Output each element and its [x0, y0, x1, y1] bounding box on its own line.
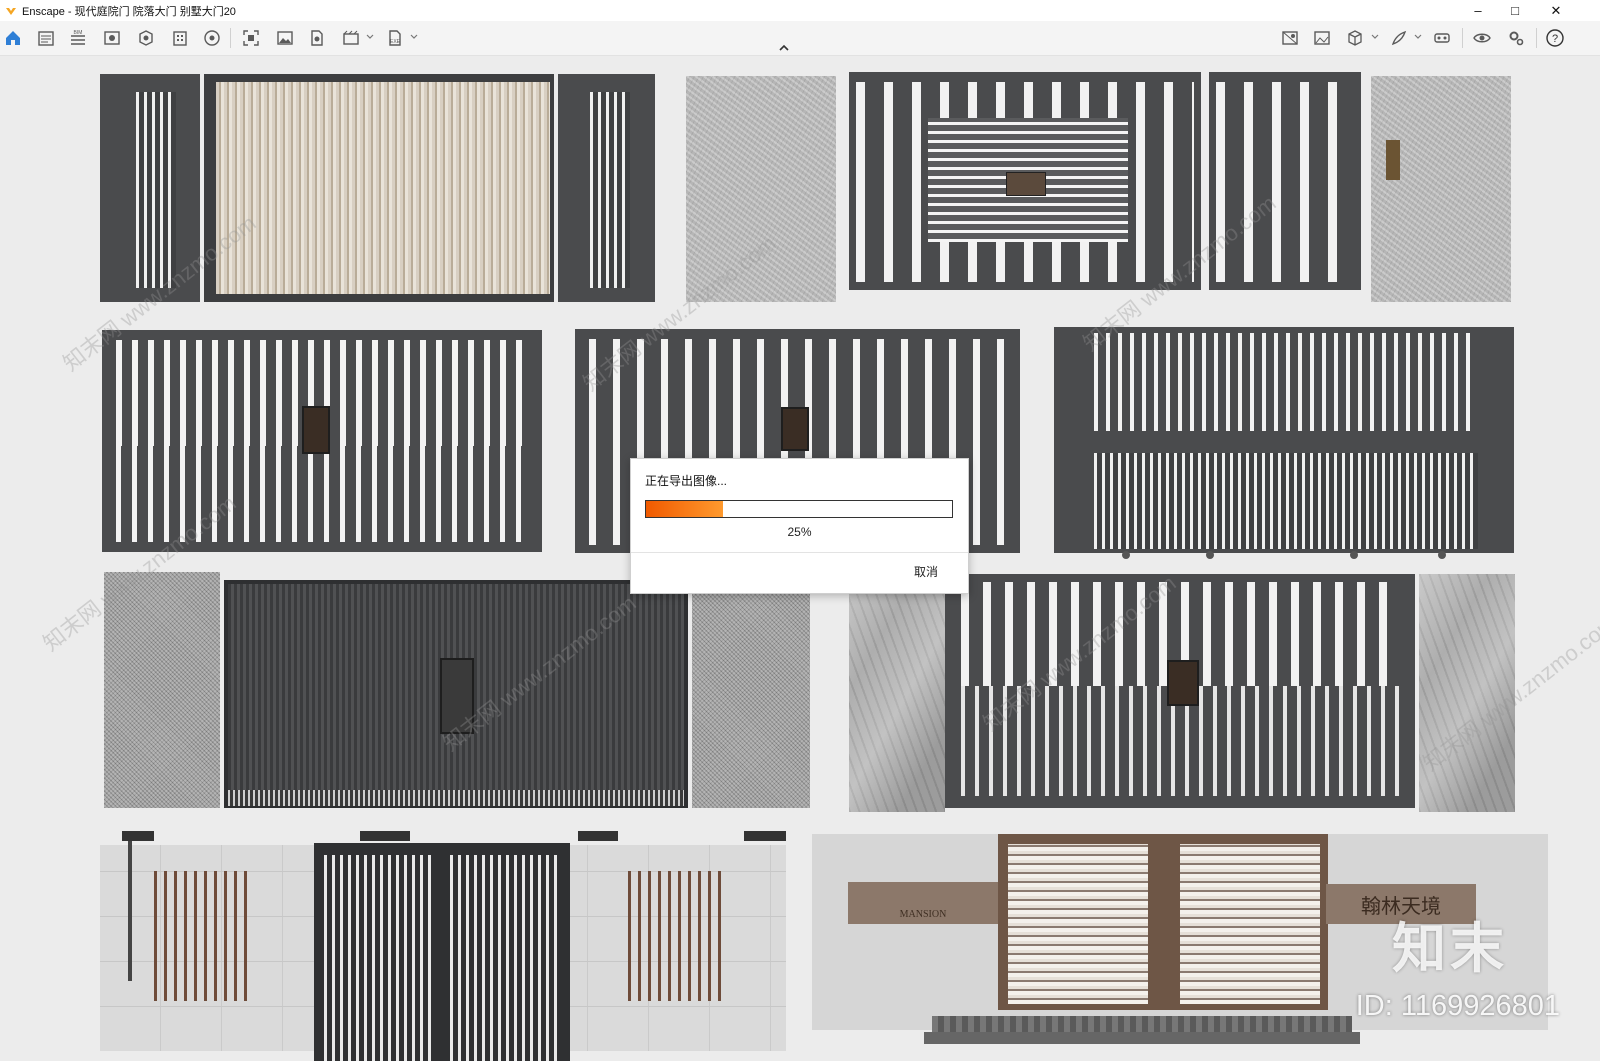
bim-icon[interactable]: BIM: [66, 26, 90, 50]
material-icon[interactable]: [168, 26, 192, 50]
chevron-down-icon[interactable]: [410, 33, 418, 41]
exe-icon[interactable]: EXE: [383, 26, 407, 50]
close-icon[interactable]: ✕: [1538, 0, 1574, 21]
settings-icon[interactable]: [1504, 26, 1528, 50]
dialog-divider: [631, 552, 968, 553]
chevron-down-icon[interactable]: [1414, 33, 1422, 41]
enscape-logo-icon: [6, 7, 16, 15]
collapse-chevron-up-icon[interactable]: [778, 43, 790, 53]
brand-watermark: 知末: [1392, 919, 1508, 979]
window-title: Enscape - 现代庭院门 院落大门 别墅大门20: [22, 5, 236, 18]
cube-icon[interactable]: [1343, 26, 1367, 50]
title-bar: Enscape - 现代庭院门 院落大门 别墅大门20 – □ ✕: [0, 0, 1600, 21]
dialog-title: 正在导出图像...: [645, 474, 728, 488]
gate-render: [104, 572, 810, 808]
eye-icon[interactable]: [1470, 26, 1494, 50]
left-sign-text: MANSION: [899, 909, 947, 920]
image-icon[interactable]: [273, 26, 297, 50]
progress-bar: [645, 500, 953, 518]
gate-render: [102, 330, 542, 552]
asset-icon[interactable]: [134, 26, 158, 50]
export-icon[interactable]: [305, 26, 329, 50]
video-icon[interactable]: [339, 26, 363, 50]
exe-label: EXE: [390, 39, 401, 45]
vr-icon[interactable]: [1430, 26, 1454, 50]
view-icon[interactable]: [100, 26, 124, 50]
atmosphere-icon[interactable]: [1310, 26, 1334, 50]
minimize-icon[interactable]: –: [1460, 0, 1496, 21]
gate-render: [1054, 327, 1514, 559]
gate-render: [686, 72, 1512, 302]
toolbar: BIM EXE ?: [0, 21, 1600, 56]
brush-icon[interactable]: [1387, 26, 1411, 50]
cancel-button[interactable]: 取消: [914, 563, 938, 580]
maximize-icon[interactable]: □: [1497, 0, 1533, 21]
project-icon[interactable]: [34, 26, 58, 50]
gate-render: [100, 74, 655, 302]
screenshot-icon[interactable]: [239, 26, 263, 50]
help-label: ?: [1552, 33, 1558, 45]
progress-percentage: 25%: [787, 525, 812, 539]
chevron-down-icon[interactable]: [1371, 33, 1379, 41]
render-settings-icon[interactable]: [200, 26, 224, 50]
home-icon[interactable]: [1, 26, 25, 50]
gate-render: [849, 570, 1515, 812]
export-progress-dialog: 正在导出图像... 25% 取消: [630, 458, 969, 594]
help-icon[interactable]: ?: [1543, 26, 1567, 50]
progress-bar-fill: [646, 501, 723, 517]
gate-render: [100, 831, 786, 1061]
left-sign: MANSION: [848, 882, 998, 924]
id-watermark: ID: 1169926801: [1355, 990, 1560, 1022]
chevron-down-icon[interactable]: [366, 33, 374, 41]
map-icon[interactable]: [1278, 26, 1302, 50]
bim-label: BIM: [74, 30, 83, 36]
